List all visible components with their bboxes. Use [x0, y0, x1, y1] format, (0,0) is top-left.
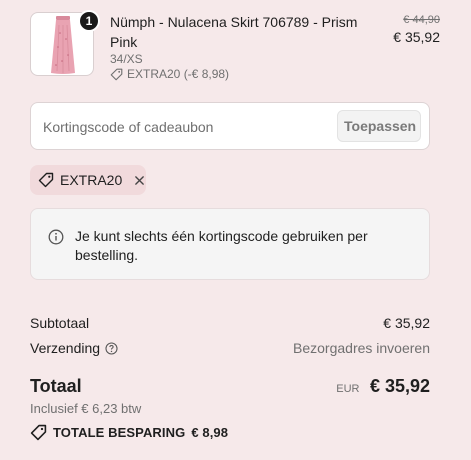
- shipping-value: Bezorgadres invoeren: [293, 340, 430, 356]
- help-icon[interactable]: [105, 341, 118, 355]
- price-block: € 44,90 € 35,92: [393, 12, 440, 46]
- shipping-row: Verzending Bezorgadres invoeren: [30, 340, 430, 356]
- total-label: Totaal: [30, 376, 82, 396]
- original-price: € 44,90: [403, 14, 440, 26]
- quantity-badge: 1: [78, 10, 100, 32]
- remove-code-button[interactable]: [134, 175, 145, 186]
- subtotal-value: € 35,92: [383, 315, 430, 331]
- shipping-label: Verzending: [30, 340, 101, 356]
- subtotal-label: Subtotaal: [30, 315, 90, 331]
- shipping-label-group: Verzending: [30, 340, 118, 356]
- total-row: Totaal EUR € 35,92: [30, 376, 430, 397]
- notice-text: Je kunt slechts één kortingscode gebruik…: [75, 228, 368, 263]
- savings-label: TOTALE BESPARING: [53, 425, 186, 440]
- subtotal-row: Subtotaal € 35,92: [30, 315, 430, 331]
- info-icon: [48, 229, 64, 245]
- info-notice: Je kunt slechts één kortingscode gebruik…: [30, 208, 430, 280]
- line-discount-text: EXTRA20 (-€ 8,98): [127, 67, 230, 81]
- discount-code-input[interactable]: [41, 115, 335, 139]
- vat-note: Inclusief € 6,23 btw: [30, 401, 142, 416]
- applied-code-label: EXTRA20: [60, 172, 123, 188]
- product-variant: 34/XS: [110, 52, 143, 66]
- close-icon: [135, 175, 145, 185]
- line-discount: EXTRA20 (-€ 8,98): [110, 67, 229, 81]
- total-amount-group: EUR € 35,92: [336, 376, 430, 397]
- savings-value: € 8,98: [191, 425, 229, 440]
- applied-code-chip: EXTRA20: [30, 165, 146, 195]
- tag-icon: [38, 172, 54, 188]
- product-name: Nümph - Nulacena Skirt 706789 - Prism Pi…: [110, 14, 358, 50]
- tag-icon: [30, 424, 47, 441]
- discounted-price: € 35,92: [393, 29, 440, 45]
- cart-line-item: 1 Nümph - Nulacena Skirt 706789 - Prism …: [30, 10, 440, 81]
- total-savings: TOTALE BESPARING € 8,98: [30, 424, 228, 441]
- tag-icon: [110, 68, 123, 80]
- total-amount: € 35,92: [369, 376, 430, 396]
- currency-code: EUR: [336, 383, 360, 395]
- discount-code-box: Toepassen: [30, 102, 430, 150]
- apply-button[interactable]: Toepassen: [337, 110, 421, 142]
